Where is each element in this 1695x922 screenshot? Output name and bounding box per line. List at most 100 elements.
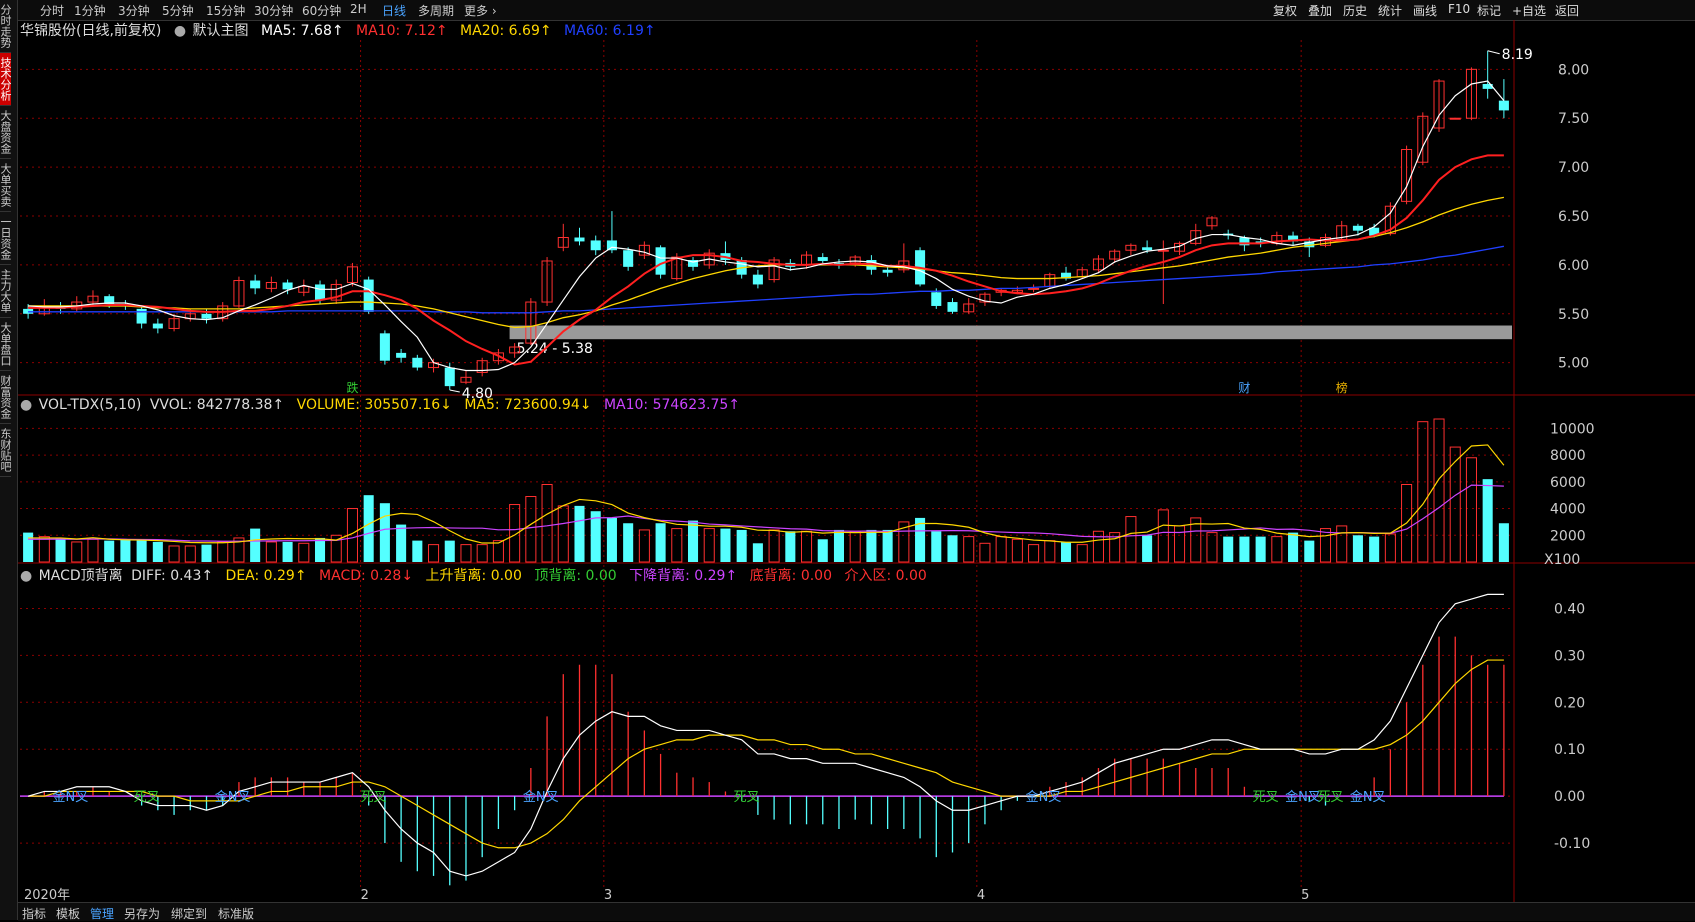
volume-bar <box>979 542 991 563</box>
volume-bar <box>1271 536 1283 563</box>
volume-bar <box>1449 446 1461 563</box>
bottom-tab-4[interactable]: 绑定到 <box>171 905 207 922</box>
volume-bar <box>265 541 277 563</box>
volume-bar <box>817 539 828 562</box>
event-marker: 榜 <box>1336 380 1348 395</box>
volume-unit-label: X100 <box>1544 552 1580 568</box>
volume-bar <box>379 503 390 562</box>
volume-bar <box>168 545 180 563</box>
volume-bar <box>71 541 83 563</box>
high-price-label: 8.19 <box>1502 47 1533 63</box>
volume-bar <box>1174 525 1186 563</box>
candle-body <box>1352 225 1363 231</box>
macd-signal-label: 死叉 <box>361 790 387 805</box>
volume-bar <box>1336 525 1348 563</box>
bottom-tab-5[interactable]: 标准版 <box>218 905 254 922</box>
bottom-tab-0[interactable]: 指标 <box>22 905 46 922</box>
volume-bar <box>1465 457 1477 563</box>
volume-bar <box>120 539 131 562</box>
month-label: 2020年 <box>24 888 70 902</box>
candle-body <box>363 279 374 312</box>
volume-bar <box>201 544 212 562</box>
volume-bar <box>476 544 488 563</box>
candle-body <box>931 292 942 306</box>
macd-tick-label: 0.20 <box>1554 695 1585 711</box>
volume-bar <box>785 531 796 562</box>
volume-bar <box>428 544 440 563</box>
volume-bar <box>1369 536 1380 562</box>
macd-signal-label: 金N叉 <box>215 789 251 805</box>
candle-body <box>574 237 585 242</box>
volume-tick-label: 2000 <box>1550 528 1586 544</box>
volume-bar <box>541 483 553 563</box>
volume-bar <box>703 528 715 563</box>
bottom-tab-1[interactable]: 模板 <box>56 905 80 922</box>
candle-body <box>396 352 407 358</box>
volume-bar <box>152 541 163 562</box>
volume-bar <box>720 528 731 562</box>
volume-bar <box>963 536 975 563</box>
candle-body <box>444 367 455 387</box>
volume-bar <box>1028 544 1040 563</box>
volume-bar <box>671 528 683 563</box>
candle-body <box>882 269 893 273</box>
volume-bar <box>1044 540 1056 563</box>
macd-signal-label: 死叉 <box>1253 790 1279 805</box>
candle-body <box>282 282 293 290</box>
candle-body <box>412 357 423 368</box>
volume-bar <box>1092 530 1104 563</box>
volume-bar <box>1255 536 1266 562</box>
volume-bar <box>1304 540 1315 562</box>
candle-body <box>623 250 634 267</box>
bottom-tab-3[interactable]: 另存为 <box>124 905 160 922</box>
candle-body <box>379 333 390 361</box>
volume-bar <box>995 536 1007 563</box>
volume-bar <box>1060 541 1072 562</box>
macd-signal-label: 金N叉 <box>1350 789 1386 805</box>
volume-bar <box>801 530 813 563</box>
month-label: 3 <box>604 888 612 902</box>
volume-bar <box>882 529 893 562</box>
macd-tick-label: -0.10 <box>1554 836 1590 852</box>
volume-bar <box>298 542 310 563</box>
volume-bar <box>1384 533 1396 563</box>
volume-bar <box>1288 532 1299 562</box>
candle-body <box>606 240 617 251</box>
support-band <box>509 325 1513 340</box>
volume-bar <box>184 545 196 563</box>
price-tick-label: 6.50 <box>1558 209 1589 225</box>
volume-bar <box>314 537 326 562</box>
high-marker-line <box>1487 50 1500 55</box>
macd-signal-label: 金N叉 <box>1026 789 1062 805</box>
volume-tick-label: 8000 <box>1550 448 1586 464</box>
volume-bar <box>849 530 861 563</box>
macd-signal-label: 金N叉 <box>53 789 89 805</box>
volume-bar <box>87 538 99 563</box>
volume-bar <box>492 540 504 563</box>
volume-bar <box>736 529 747 562</box>
volume-bar <box>217 541 229 563</box>
volume-bar <box>104 540 115 562</box>
month-label: 2 <box>361 888 369 902</box>
bottom-tab-2[interactable]: 管理 <box>90 905 114 922</box>
volume-bar <box>38 536 50 563</box>
indicator-toolbar: 指标 模板 管理 另存为 绑定到 标准版 <box>18 902 1695 921</box>
volume-bar <box>687 520 699 562</box>
macd-tick-label: 0.40 <box>1554 601 1585 617</box>
macd-signal-label: 死叉 <box>734 790 760 805</box>
volume-bar <box>1125 516 1137 563</box>
volume-bar <box>1352 535 1363 562</box>
event-marker: 财 <box>1238 381 1250 395</box>
volume-ma5-line <box>28 444 1505 544</box>
volume-tick-label: 4000 <box>1550 502 1586 518</box>
volume-bar <box>444 540 455 562</box>
volume-bar <box>1433 418 1445 563</box>
candle-body <box>314 284 326 301</box>
stock-chart[interactable]: 2020年 2 3 4 5 8.00 7.50 7.00 6.50 6.00 5.50 5.00 100… <box>0 0 1695 902</box>
month-label: 5 <box>1301 888 1309 902</box>
volume-bar <box>1206 532 1218 563</box>
volume-bar <box>1011 538 1023 563</box>
price-tick-label: 5.00 <box>1558 356 1589 372</box>
candle-body <box>1498 100 1509 111</box>
macd-signal-label: 金N叉 <box>523 789 559 805</box>
